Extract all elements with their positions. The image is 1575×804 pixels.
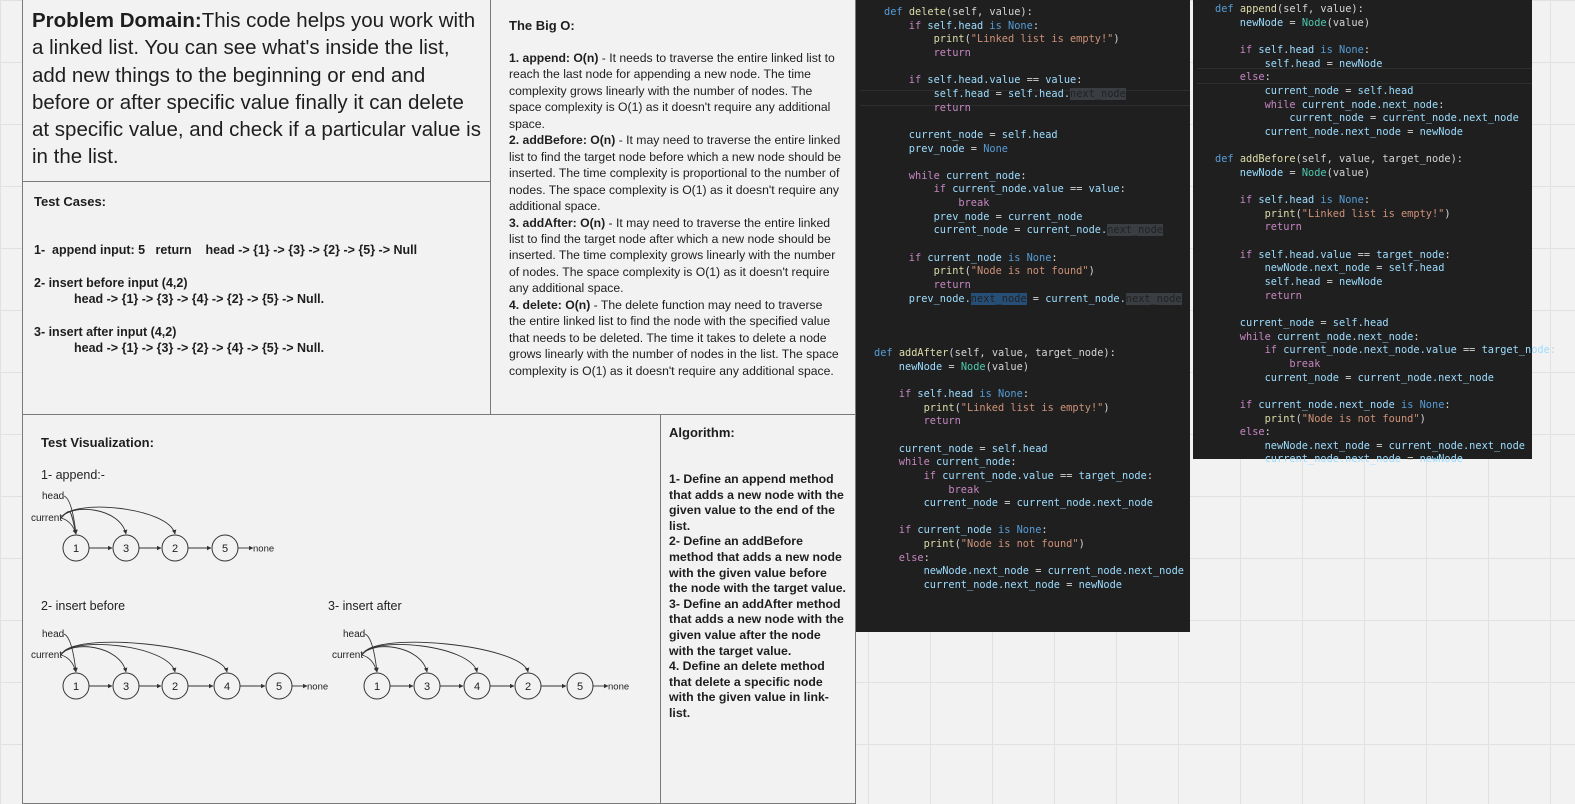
code-line: if self.head is None: [1215, 194, 1371, 207]
code-line: print("Node is not found") [1215, 412, 1426, 425]
code-line: current_node = current_node.next_node [874, 497, 1153, 510]
list-node-value: 3 [123, 543, 129, 555]
code-line: newNode = Node(value) [1215, 16, 1371, 29]
code-line: print("Linked list is empty!") [874, 401, 1110, 414]
code-line: self.head = newNode [1215, 57, 1383, 70]
code-line: prev_node.next_node = current_node.next_… [884, 292, 1182, 305]
code-line: while current_node: [874, 456, 1017, 469]
code-line: current_node = current_node.next_node [1215, 112, 1519, 125]
code-line: current_node = self.head [884, 128, 1058, 141]
code-line: print("Node is not found") [884, 265, 1095, 278]
code-line: break [884, 197, 990, 210]
code-line: def addBefore(self, value, target_node): [1215, 153, 1463, 166]
code-line: newNode.next_node = current_node.next_no… [1215, 439, 1525, 452]
code-line: print("Linked list is empty!") [884, 33, 1120, 46]
algorithm-title: Algorithm: [669, 425, 735, 440]
code-line: if self.head.value == value: [884, 74, 1083, 87]
code-line: return [1215, 289, 1302, 302]
current-pointer [60, 646, 128, 673]
code-line: while current_node: [884, 169, 1027, 182]
code-line: return [874, 415, 961, 428]
code-line: return [1215, 221, 1302, 234]
current-label: current [31, 650, 62, 661]
code-line: prev_node = None [884, 142, 1009, 155]
code-line: current_node = self.head [1215, 84, 1414, 97]
code-line: print("Linked list is empty!") [1215, 207, 1451, 220]
code-line: prev_node = current_node [884, 210, 1083, 223]
code-delete-addafter: def delete(self, value): if self.head is… [856, 0, 1190, 632]
list-node-value: 2 [172, 681, 178, 693]
code-line: def addAfter(self, value, target_node): [874, 347, 1116, 359]
current-label: current [31, 513, 62, 524]
list-node-value: 1 [73, 543, 79, 555]
code-line: self.head = newNode [1215, 276, 1383, 288]
code-line: if current_node.next_node.value == targe… [1215, 344, 1556, 357]
code-line: current_node.next_node = newNode [874, 579, 1122, 592]
list-node-value: 1 [73, 681, 79, 693]
code-line: else: [1215, 426, 1271, 439]
code-line: return [884, 46, 971, 59]
list-node-value: 4 [474, 681, 480, 693]
code-line: newNode.next_node = current_node.next_no… [874, 565, 1184, 578]
head-label: head [42, 629, 64, 640]
current-pointer [361, 646, 429, 673]
head-label: head [343, 629, 365, 640]
code-line: if current_node.value == value: [884, 183, 1126, 196]
list-node-value: 2 [172, 543, 178, 555]
code-line: if self.head is None: [1215, 43, 1371, 56]
code-line: return [884, 279, 971, 291]
code-line: current_node = current_node.next_node [1215, 371, 1494, 384]
code-line: if self.head is None: [884, 19, 1040, 32]
code-line: else: [874, 551, 930, 564]
code-line: break [1215, 357, 1321, 370]
code-line: def append(self, value): [1215, 3, 1364, 15]
list-node-value: 5 [222, 543, 228, 555]
code-line: current_node.next_node = newNode [1215, 125, 1463, 138]
code-line: print("Node is not found") [874, 538, 1085, 551]
list-node-value: 5 [276, 681, 282, 693]
none-label: none [307, 682, 328, 693]
code-line: else: [1215, 71, 1271, 84]
code-line: current_node = current_node.next_node [884, 224, 1163, 237]
current-pointer [361, 644, 479, 673]
list-node-value: 3 [424, 681, 430, 693]
code-line: current_node = self.head [1215, 316, 1389, 329]
code-line: current_node = self.head [874, 442, 1048, 455]
current-label: current [332, 650, 363, 661]
code-append-addbefore: def append(self, value): newNode = Node(… [1193, 0, 1556, 465]
code-line: current_node.next_node = newNode [1215, 453, 1463, 466]
code-line: self.head = self.head.next_node [884, 87, 1126, 100]
code-line: while current_node.next_node: [1215, 98, 1445, 111]
list-node-value: 2 [525, 681, 531, 693]
list-node-value: 5 [577, 681, 583, 693]
code-line: break [874, 483, 980, 496]
code-line: if current_node.next_node is None: [1215, 398, 1451, 411]
code-line: newNode = Node(value) [1215, 166, 1371, 179]
code-line: return [884, 101, 971, 114]
head-pointer [63, 495, 78, 535]
none-label: none [608, 682, 629, 693]
code-line: if self.head is None: [874, 387, 1030, 400]
list-node-value: 1 [374, 681, 380, 693]
code-line: if self.head.value == target_node: [1215, 248, 1451, 261]
code-line: newNode = Node(value) [874, 360, 1030, 373]
code-line: if current_node is None: [874, 524, 1048, 537]
head-label: head [42, 491, 64, 502]
none-label: none [253, 544, 274, 555]
code-line: if current_node.value == target_node: [874, 469, 1154, 482]
algorithm-steps: 1- Define an append method that adds a n… [669, 472, 846, 720]
code-line: while current_node.next_node: [1215, 330, 1420, 343]
code-line: if current_node is None: [884, 251, 1058, 264]
code-line: newNode.next_node = self.head [1215, 262, 1445, 275]
list-node-value: 3 [123, 681, 129, 693]
list-node-value: 4 [224, 681, 230, 693]
code-line: def delete(self, value): [884, 6, 1033, 18]
